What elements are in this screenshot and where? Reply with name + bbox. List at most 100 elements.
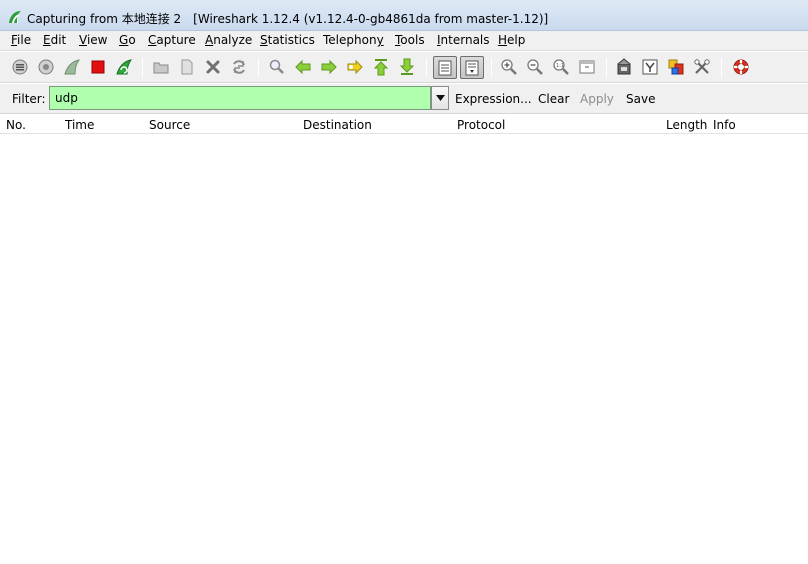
menu-capture[interactable]: Capture [148, 33, 196, 47]
autoscroll-toggle-button[interactable] [460, 56, 484, 79]
version-text: [Wireshark 1.12.4 (v1.12.4-0-gb4861da fr… [193, 12, 549, 26]
stop-capture-button[interactable] [88, 57, 108, 77]
zoom-in-icon [501, 59, 517, 75]
menu-label: nalyze [213, 33, 253, 47]
menu-internals[interactable]: Internals [437, 33, 490, 47]
help-button[interactable] [731, 57, 751, 77]
lifebuoy-icon [733, 59, 749, 75]
go-last-packet-button[interactable] [397, 57, 417, 77]
autoscroll-icon [465, 60, 479, 75]
menu-statistics[interactable]: Statistics [260, 33, 315, 47]
filter-history-dropdown[interactable] [431, 86, 449, 110]
folder-icon [153, 62, 169, 74]
restart-fin-icon [116, 59, 133, 75]
go-back-button[interactable] [293, 57, 313, 77]
document-icon [181, 59, 193, 75]
menu-mnemonic: H [498, 33, 508, 47]
title-bar: Capturing from 本地连接 2 [Wireshark 1.12.4 (… [0, 0, 808, 31]
menu-analyze[interactable]: Analyze [205, 33, 252, 47]
menu-label: dit [50, 33, 67, 47]
arrow-right-icon [321, 59, 337, 75]
menu-mnemonic: S [260, 33, 268, 47]
menu-label: ile [17, 33, 32, 47]
filter-toolbar: Filter: udp Expression... Clear Apply Sa… [0, 84, 808, 114]
display-filters-button[interactable] [640, 57, 660, 77]
column-source[interactable]: Source [149, 118, 190, 132]
menu-mnemonic: A [205, 33, 214, 47]
stop-icon [91, 60, 105, 74]
packet-list-pane[interactable] [0, 134, 808, 564]
menu-mnemonic: G [119, 33, 129, 47]
save-filter-button[interactable]: Save [626, 92, 655, 106]
restart-capture-button[interactable] [114, 57, 134, 77]
expression-button[interactable]: Expression... [455, 92, 532, 106]
menu-mnemonic: E [43, 33, 51, 47]
capture-filter-icon [617, 58, 631, 75]
menu-mnemonic: V [79, 33, 87, 47]
menu-label: Telephon [323, 33, 377, 47]
preferences-button[interactable] [692, 57, 712, 77]
column-length[interactable]: Length [666, 118, 707, 132]
column-destination[interactable]: Destination [303, 118, 372, 132]
column-info[interactable]: Info [713, 118, 736, 132]
capture-options-button[interactable] [36, 57, 56, 77]
capture-filters-button[interactable] [614, 57, 634, 77]
apply-button[interactable]: Apply [580, 92, 614, 106]
column-time[interactable]: Time [65, 118, 94, 132]
save-file-button[interactable] [177, 57, 197, 77]
menu-view[interactable]: View [79, 33, 107, 47]
menu-telephony[interactable]: Telephony [323, 33, 384, 47]
open-file-button[interactable] [151, 57, 171, 77]
menu-edit[interactable]: Edit [43, 33, 66, 47]
menu-label: elp [507, 33, 526, 47]
arrow-left-icon [295, 59, 311, 75]
menu-go[interactable]: Go [119, 33, 136, 47]
menu-tools[interactable]: Tools [395, 33, 425, 47]
go-forward-button[interactable] [319, 57, 339, 77]
go-first-packet-button[interactable] [371, 57, 391, 77]
preferences-tools-icon [694, 59, 710, 74]
zoom-in-button[interactable] [499, 57, 519, 77]
resize-columns-button[interactable] [577, 57, 597, 77]
colorize-toggle-button[interactable] [433, 56, 457, 79]
resize-columns-icon [579, 60, 595, 74]
column-no[interactable]: No. [6, 118, 26, 132]
reload-button[interactable] [229, 57, 249, 77]
column-protocol[interactable]: Protocol [457, 118, 505, 132]
display-filter-icon [642, 59, 658, 75]
close-icon [206, 60, 220, 74]
chevron-down-icon [435, 95, 445, 101]
svg-text:1:1: 1:1 [556, 63, 564, 69]
arrow-up-first-icon [373, 59, 389, 76]
start-capture-button[interactable] [62, 57, 82, 77]
window-title: Capturing from 本地连接 2 [Wireshark 1.12.4 (… [27, 10, 548, 27]
menu-label: iew [86, 33, 108, 47]
interface-list-icon [12, 59, 28, 75]
capture-title: Capturing from 本地连接 2 [27, 12, 182, 26]
wireshark-fin-icon [9, 11, 21, 23]
menu-mnemonic: y [376, 33, 384, 47]
menu-label: tatistics [267, 33, 315, 47]
interfaces-button[interactable] [10, 57, 30, 77]
menu-bar: File Edit View Go Capture Analyze Statis… [0, 31, 808, 51]
shark-fin-icon [64, 59, 81, 75]
zoom-out-icon [527, 59, 543, 75]
go-to-packet-button[interactable] [345, 57, 365, 77]
zoom-out-button[interactable] [525, 57, 545, 77]
packet-list-header: No. Time Source Destination Protocol Len… [0, 115, 808, 134]
menu-help[interactable]: Help [498, 33, 525, 47]
find-packet-button[interactable] [267, 57, 287, 77]
menu-label: nternals [440, 33, 490, 47]
menu-file[interactable]: File [11, 33, 31, 47]
magnifier-icon [269, 59, 284, 74]
coloring-rules-button[interactable] [666, 57, 686, 77]
menu-label: ools [400, 33, 425, 47]
zoom-normal-button[interactable]: 1:1 [551, 57, 571, 77]
menu-label: apture [156, 33, 196, 47]
goto-arrow-icon [347, 59, 363, 75]
close-file-button[interactable] [203, 57, 223, 77]
clear-button[interactable]: Clear [538, 92, 569, 106]
capture-options-icon [38, 59, 54, 75]
packet-list-icon [438, 60, 452, 75]
filter-input[interactable]: udp [49, 86, 431, 110]
